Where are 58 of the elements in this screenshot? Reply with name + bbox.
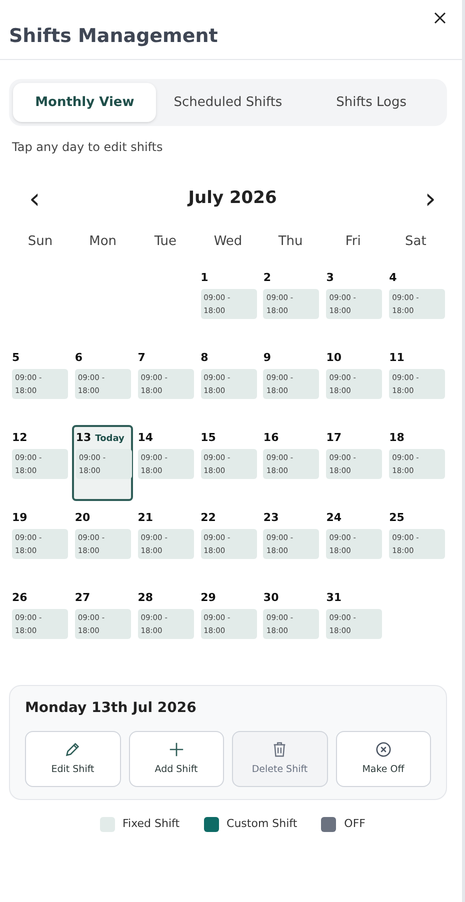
day-number: 4 bbox=[389, 270, 397, 286]
next-month-button[interactable]: › bbox=[424, 188, 436, 209]
day-number: 19 bbox=[12, 510, 28, 526]
day-number: 17 bbox=[326, 430, 342, 446]
previous-month-button[interactable]: ‹ bbox=[29, 188, 40, 209]
selected-date: Monday 13th Jul 2026 bbox=[25, 699, 198, 718]
day-number: 20 bbox=[74, 510, 90, 526]
day-number: 3 bbox=[326, 270, 334, 286]
day-number: 23 bbox=[263, 510, 279, 526]
month-title: July 2026 bbox=[188, 187, 277, 210]
day-number: 14 bbox=[138, 430, 154, 446]
weekday-label: Sun bbox=[26, 232, 54, 250]
day-number: 2 bbox=[263, 270, 272, 286]
day-number: 28 bbox=[138, 590, 154, 606]
day-number: 6 bbox=[74, 350, 82, 366]
weekday-label: Fri bbox=[344, 232, 362, 250]
day-number: 7 bbox=[138, 350, 146, 366]
today-label: Today bbox=[95, 433, 124, 446]
action-button[interactable]: Make Off bbox=[336, 731, 431, 787]
day-number: 26 bbox=[12, 590, 28, 606]
weekday-label: Sat bbox=[404, 232, 428, 250]
action-button[interactable]: Add Shift bbox=[128, 731, 224, 787]
tab[interactable]: Monthly View bbox=[13, 82, 156, 122]
day-number: 29 bbox=[200, 590, 216, 606]
weekday-label: Thu bbox=[277, 232, 304, 250]
legend-label: OFF bbox=[344, 816, 366, 832]
day-number: 16 bbox=[263, 430, 279, 446]
weekday-label: Mon bbox=[88, 232, 118, 250]
close-icon[interactable] bbox=[433, 11, 447, 25]
day-number: 5 bbox=[12, 350, 20, 366]
dialog-title: Shifts Management bbox=[9, 24, 218, 49]
weekday-label: Tue bbox=[153, 232, 178, 250]
day-number: 11 bbox=[389, 350, 404, 366]
day-number: 24 bbox=[326, 510, 342, 526]
legend-label: Custom Shift bbox=[226, 816, 298, 832]
day-number: 18 bbox=[389, 430, 404, 446]
day-number: 31 bbox=[326, 590, 342, 606]
weekday-label: Wed bbox=[212, 232, 244, 250]
pencil-icon bbox=[64, 740, 82, 758]
day-number: 1 bbox=[200, 270, 208, 286]
day-number: 27 bbox=[74, 590, 90, 606]
legend-label: Fixed Shift bbox=[122, 816, 180, 832]
plus-icon bbox=[168, 740, 185, 758]
day-number: 30 bbox=[263, 590, 279, 606]
close-circle-icon bbox=[374, 740, 392, 758]
tab[interactable]: Scheduled Shifts bbox=[156, 82, 300, 122]
day-number: 25 bbox=[389, 510, 404, 526]
day-number: 15 bbox=[200, 430, 216, 446]
day-number: 22 bbox=[200, 510, 216, 526]
day-number: 9 bbox=[263, 350, 272, 366]
hint-text: Tap any day to edit shifts bbox=[12, 139, 164, 156]
tab[interactable]: Shifts Logs bbox=[300, 82, 443, 122]
day-number: 10 bbox=[326, 350, 342, 366]
day-number: 12 bbox=[12, 430, 28, 446]
day-number: 8 bbox=[200, 350, 208, 366]
day-number: 21 bbox=[138, 510, 154, 526]
day-number: 13 bbox=[76, 430, 92, 446]
action-button[interactable]: Edit Shift bbox=[25, 731, 120, 787]
